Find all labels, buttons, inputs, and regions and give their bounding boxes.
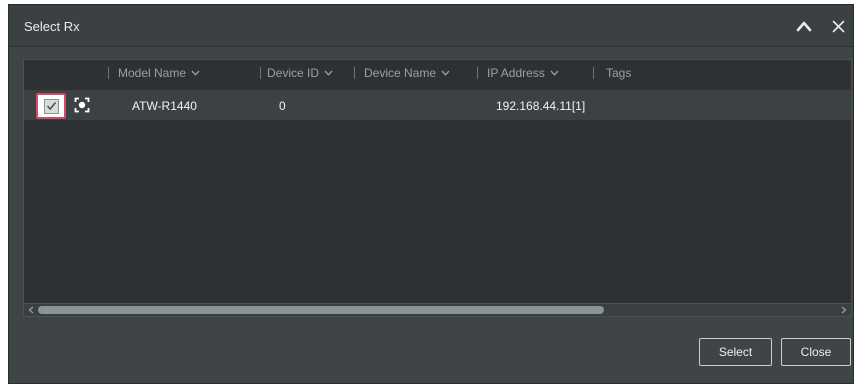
title-bar: Select Rx [9,5,853,47]
horizontal-scrollbar[interactable] [24,303,851,316]
close-icon [832,20,844,32]
close-button[interactable]: Close [781,338,851,366]
rx-device-list: Model Name Device ID Device Name IP Addr… [23,59,852,317]
select-rx-dialog: Select Rx Model Name Device ID Device Na… [8,4,854,384]
column-header-label: Tags [606,66,632,80]
list-header: Model Name Device ID Device Name IP Addr… [24,60,851,86]
cell-ip-address: 192.168.44.11[1] [496,99,586,113]
row-select-checkbox[interactable] [36,93,66,119]
collapse-button[interactable] [793,15,815,37]
scrollbar-thumb[interactable] [38,306,604,314]
column-header-ip-address[interactable]: IP Address [477,66,559,80]
dialog-title: Select Rx [24,19,80,34]
chevron-down-icon [441,70,450,76]
column-header-label: Device ID [267,66,320,80]
scroll-left-button[interactable] [26,305,36,315]
column-header-label: IP Address [487,66,545,80]
column-header-label: Model Name [118,66,187,80]
checkmark-icon [46,102,56,111]
column-header-tags[interactable]: Tags [593,66,631,80]
chevron-down-icon [191,70,200,76]
close-window-button[interactable] [827,15,849,37]
column-header-label: Device Name [364,66,437,80]
chevron-down-icon [324,70,333,76]
table-row[interactable]: ATW-R1440 0 192.168.44.11[1] [24,90,851,120]
chevron-up-icon [796,21,812,32]
chevron-right-icon [841,306,847,314]
cell-model-name: ATW-R1440 [132,99,197,113]
column-header-device-name[interactable]: Device Name [354,66,450,80]
column-header-model-name[interactable]: Model Name [108,66,200,80]
locate-device-icon[interactable] [74,97,90,113]
column-header-device-id[interactable]: Device ID [260,66,333,80]
cell-device-id: 0 [279,99,286,113]
scroll-right-button[interactable] [839,305,849,315]
select-button[interactable]: Select [699,338,772,366]
chevron-left-icon [28,306,34,314]
chevron-down-icon [550,70,559,76]
